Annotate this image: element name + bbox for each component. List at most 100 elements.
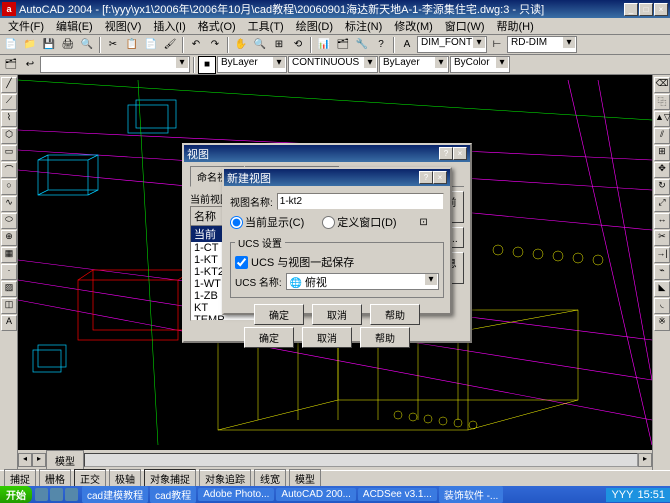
quicklaunch-icon[interactable] <box>50 488 63 501</box>
close-button[interactable]: × <box>654 3 668 16</box>
menu-window[interactable]: 窗口(W) <box>439 17 491 35</box>
save-icon[interactable]: 💾 <box>40 36 58 54</box>
preview-icon[interactable]: 🔍 <box>78 36 96 54</box>
new-icon[interactable]: 📄 <box>2 36 20 54</box>
newview-help-button[interactable]: 帮助 <box>370 304 420 325</box>
view-cancel-button[interactable]: 取消 <box>302 327 352 348</box>
pline-icon[interactable]: ⌇ <box>1 111 17 127</box>
undo-icon[interactable]: ↶ <box>187 36 205 54</box>
fillet-icon[interactable]: ◟ <box>654 298 670 314</box>
ltype-combo[interactable]: CONTINUOUS <box>288 56 378 73</box>
props-icon[interactable]: 📊 <box>315 36 333 54</box>
xline-icon[interactable]: ⟋ <box>1 94 17 110</box>
view-ok-button[interactable]: 确定 <box>244 327 294 348</box>
menu-modify[interactable]: 修改(M) <box>388 17 439 35</box>
circle-icon[interactable]: ○ <box>1 179 17 195</box>
scale-icon[interactable]: ⤢ <box>654 196 670 212</box>
layer-icon[interactable]: 🗂 <box>2 56 20 74</box>
lweight-combo[interactable]: ByLayer <box>379 56 449 73</box>
copy2-icon[interactable]: ⿻ <box>654 94 670 110</box>
print-icon[interactable]: 🖨 <box>59 36 77 54</box>
plotstyle-combo[interactable]: ByColor <box>450 56 510 73</box>
explode-icon[interactable]: ※ <box>654 315 670 331</box>
menu-view[interactable]: 视图(V) <box>99 17 148 35</box>
task-item[interactable]: cad建模教程 <box>82 486 148 503</box>
task-item[interactable]: cad教程 <box>150 486 196 503</box>
quicklaunch-icon[interactable] <box>35 488 48 501</box>
menu-draw[interactable]: 绘图(D) <box>290 17 339 35</box>
view-dialog-title[interactable]: 视图 ? × <box>184 145 470 162</box>
view-dialog-close-icon[interactable]: × <box>453 147 467 160</box>
mirror-icon[interactable]: ▲▽ <box>654 111 670 127</box>
hscrollbar[interactable] <box>84 453 638 467</box>
maximize-button[interactable]: □ <box>639 3 653 16</box>
chamfer-icon[interactable]: ◣ <box>654 281 670 297</box>
arc-icon[interactable]: ⌒ <box>1 162 17 178</box>
rotate-icon[interactable]: ↻ <box>654 179 670 195</box>
tab-scroll-left[interactable]: ◂ <box>18 453 32 467</box>
system-tray[interactable]: YYY 15:51 <box>606 488 670 502</box>
open-icon[interactable]: 📁 <box>21 36 39 54</box>
line-icon[interactable]: ╱ <box>1 77 17 93</box>
view-dialog-help-icon[interactable]: ? <box>439 147 453 160</box>
rect-icon[interactable]: ▭ <box>1 145 17 161</box>
task-item[interactable]: ACDSee v3.1... <box>358 488 437 501</box>
scroll-right-icon[interactable]: ▸ <box>638 453 652 467</box>
radio-current-display[interactable]: 当前显示(C) <box>230 214 304 230</box>
stretch-icon[interactable]: ↔ <box>654 213 670 229</box>
save-ucs-checkbox[interactable]: UCS 与视图一起保存 <box>235 254 439 270</box>
zoomprev-icon[interactable]: ⟲ <box>289 36 307 54</box>
point-icon[interactable]: · <box>1 264 17 280</box>
block-icon[interactable]: ▦ <box>1 247 17 263</box>
new-view-dialog-title[interactable]: 新建视图 ? × <box>224 169 450 186</box>
menu-format[interactable]: 格式(O) <box>192 17 242 35</box>
color-icon[interactable]: ■ <box>198 56 216 74</box>
ellipse-icon[interactable]: ⬭ <box>1 213 17 229</box>
start-button[interactable]: 开始 <box>0 486 32 503</box>
paste-icon[interactable]: 📄 <box>142 36 160 54</box>
quicklaunch-icon[interactable] <box>65 488 78 501</box>
dimstyle-combo[interactable]: RD-DIM <box>507 36 577 53</box>
menu-help[interactable]: 帮助(H) <box>491 17 540 35</box>
pick-window-icon[interactable]: ⊡ <box>415 213 433 231</box>
match-icon[interactable]: 🖌 <box>161 36 179 54</box>
menu-file[interactable]: 文件(F) <box>2 17 50 35</box>
new-view-help-icon[interactable]: ? <box>419 171 433 184</box>
new-view-close-icon[interactable]: × <box>433 171 447 184</box>
zoom-icon[interactable]: 🔍 <box>251 36 269 54</box>
break-icon[interactable]: ⌁ <box>654 264 670 280</box>
task-item[interactable]: AutoCAD 200... <box>276 488 355 501</box>
text-icon[interactable]: A <box>1 315 17 331</box>
region-icon[interactable]: ◫ <box>1 298 17 314</box>
cut-icon[interactable]: ✂ <box>104 36 122 54</box>
menu-edit[interactable]: 编辑(E) <box>50 17 99 35</box>
minimize-button[interactable]: _ <box>624 3 638 16</box>
zoomwin-icon[interactable]: ⊞ <box>270 36 288 54</box>
menu-insert[interactable]: 插入(I) <box>147 17 191 35</box>
textstyle-combo[interactable]: DIM_FONT <box>417 36 487 53</box>
menu-dim[interactable]: 标注(N) <box>339 17 388 35</box>
newview-cancel-button[interactable]: 取消 <box>312 304 362 325</box>
move-icon[interactable]: ✥ <box>654 162 670 178</box>
redo-icon[interactable]: ↷ <box>206 36 224 54</box>
hatch-icon[interactable]: ▨ <box>1 281 17 297</box>
radio-define-window[interactable]: 定义窗口(D) <box>322 214 396 230</box>
newview-ok-button[interactable]: 确定 <box>254 304 304 325</box>
polygon-icon[interactable]: ⬡ <box>1 128 17 144</box>
textstyle-icon[interactable]: A <box>398 36 416 54</box>
layer-combo[interactable] <box>40 56 190 73</box>
ucs-combo[interactable]: 🌐 俯视 <box>286 273 439 290</box>
dc-icon[interactable]: 🗂 <box>334 36 352 54</box>
view-help-button[interactable]: 帮助 <box>360 327 410 348</box>
view-name-input[interactable] <box>277 193 444 210</box>
model-tab[interactable]: 模型 <box>46 450 84 471</box>
dimstyle-icon[interactable]: ⊢ <box>488 36 506 54</box>
offset-icon[interactable]: ⫽ <box>654 128 670 144</box>
pan-icon[interactable]: ✋ <box>232 36 250 54</box>
menu-tools[interactable]: 工具(T) <box>242 17 290 35</box>
copy-icon[interactable]: 📋 <box>123 36 141 54</box>
erase-icon[interactable]: ⌫ <box>654 77 670 93</box>
task-item[interactable]: 装饰软件 -... <box>439 486 503 503</box>
insert-icon[interactable]: ⊕ <box>1 230 17 246</box>
array-icon[interactable]: ⊞ <box>654 145 670 161</box>
